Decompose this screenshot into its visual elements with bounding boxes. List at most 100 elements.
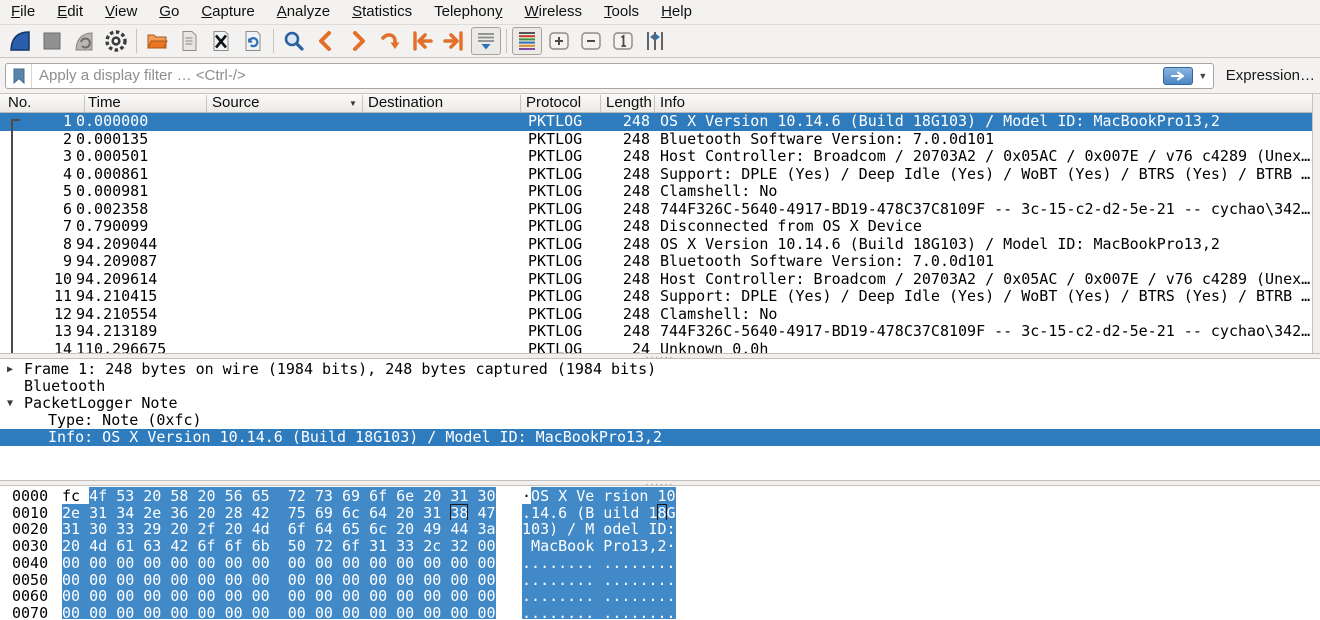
menu-view[interactable]: View [94,0,148,24]
hex-ascii[interactable]: ·OS X Ve rsion 10 [522,488,676,504]
go-last-button[interactable] [439,27,469,55]
cell-time: 94.210415 [76,288,206,306]
menu-capture[interactable]: Capture [190,0,265,24]
menu-file[interactable]: File [0,0,46,24]
column-header-destination[interactable]: Destination [368,94,443,112]
go-to-packet-button[interactable] [375,27,405,55]
hex-bytes[interactable]: 00 00 00 00 00 00 00 00 00 00 00 00 00 0… [62,605,496,619]
cell-time: 110.296675 [76,341,206,354]
colorize-button[interactable] [512,27,542,55]
hex-bytes[interactable]: 00 00 00 00 00 00 00 00 00 00 00 00 00 0… [62,555,496,571]
find-packet-icon [282,29,306,53]
column-header-no[interactable]: No. [8,94,31,112]
reload-file-button[interactable] [238,27,268,55]
packet-row-6[interactable]: 60.002358PKTLOG248744F326C-5640-4917-BD1… [0,201,1312,219]
display-filter-input[interactable] [32,65,1163,87]
hex-bytes[interactable]: 2e 31 34 2e 36 20 28 42 75 69 6c 64 20 3… [62,505,496,521]
go-forward-button[interactable] [343,27,373,55]
column-separator[interactable] [206,95,207,112]
collapsed-expander-icon[interactable]: ▶ [7,361,13,378]
column-header-protocol[interactable]: Protocol [526,94,581,112]
start-capture-button[interactable] [5,27,35,55]
hex-ascii[interactable]: ........ ........ [522,605,676,619]
menu-tools[interactable]: Tools [593,0,650,24]
go-to-packet-icon [378,29,402,53]
hex-ascii[interactable]: MacBook Pro13,2· [522,538,676,554]
column-header-length[interactable]: Length [606,94,652,112]
menu-telephony[interactable]: Telephony [423,0,513,24]
vertical-scrollbar[interactable] [1312,94,1320,353]
menu-statistics[interactable]: Statistics [341,0,423,24]
restart-capture-button[interactable] [69,27,99,55]
column-header-info[interactable]: Info [660,94,685,112]
auto-scroll-button[interactable] [471,27,501,55]
zoom-in-button[interactable] [544,27,574,55]
menu-analyze[interactable]: Analyze [266,0,341,24]
hex-ascii[interactable]: ........ ........ [522,572,676,588]
hex-bytes[interactable]: 00 00 00 00 00 00 00 00 00 00 00 00 00 0… [62,572,496,588]
packet-row-4[interactable]: 40.000861PKTLOG248Support: DPLE (Yes) / … [0,166,1312,184]
packet-row-8[interactable]: 894.209044PKTLOG248OS X Version 10.14.6 … [0,236,1312,254]
go-back-button[interactable] [311,27,341,55]
cell-length: 248 [600,218,650,236]
column-separator[interactable] [654,95,655,112]
column-separator[interactable] [362,95,363,112]
close-file-button[interactable] [206,27,236,55]
packet-row-9[interactable]: 994.209087PKTLOG248Bluetooth Software Ve… [0,253,1312,271]
find-packet-button[interactable] [279,27,309,55]
stop-capture-button[interactable] [37,27,67,55]
menu-wireless[interactable]: Wireless [514,0,594,24]
save-file-button[interactable] [174,27,204,55]
packet-row-13[interactable]: 1394.213189PKTLOG248744F326C-5640-4917-B… [0,323,1312,341]
menu-edit[interactable]: Edit [46,0,94,24]
capture-options-button[interactable] [101,27,131,55]
cell-info: Support: DPLE (Yes) / Deep Idle (Yes) / … [660,166,1312,184]
packet-row-12[interactable]: 1294.210554PKTLOG248Clamshell: No [0,306,1312,324]
cell-length: 248 [600,288,650,306]
detail-frame[interactable]: ▶Frame 1: 248 bytes on wire (1984 bits),… [0,361,1320,378]
filter-dropdown-button[interactable]: ▼ [1195,66,1211,86]
hex-ascii[interactable]: 103) / M odel ID: [522,521,676,537]
hex-row-0020: 002031 30 33 29 20 2f 20 4d 6f 64 65 6c … [0,521,1320,537]
detail-info[interactable]: Info: OS X Version 10.14.6 (Build 18G103… [0,429,1320,446]
cell-length: 248 [600,253,650,271]
zoom-normal-button[interactable] [608,27,638,55]
packet-row-5[interactable]: 50.000981PKTLOG248Clamshell: No [0,183,1312,201]
hex-ascii[interactable]: ........ ........ [522,555,676,571]
zoom-out-button[interactable] [576,27,606,55]
detail-bluetooth[interactable]: Bluetooth [0,378,1320,395]
column-header-source[interactable]: Source [212,94,260,112]
go-first-button[interactable] [407,27,437,55]
resize-columns-button[interactable] [640,27,670,55]
packet-row-10[interactable]: 1094.209614PKTLOG248Host Controller: Bro… [0,271,1312,289]
hex-bytes[interactable]: 20 4d 61 63 42 6f 6f 6b 50 72 6f 31 33 2… [62,538,496,554]
hex-ascii[interactable]: ........ ........ [522,588,676,604]
cell-time: 0.000861 [76,166,206,184]
expression-button[interactable]: Expression… [1226,67,1315,84]
apply-filter-button[interactable] [1163,67,1193,85]
packet-row-1[interactable]: 10.000000PKTLOG248OS X Version 10.14.6 (… [0,113,1312,131]
packet-row-2[interactable]: 20.000135PKTLOG248Bluetooth Software Ver… [0,131,1312,149]
packet-row-3[interactable]: 30.000501PKTLOG248Host Controller: Broad… [0,148,1312,166]
menu-help[interactable]: Help [650,0,703,24]
hex-row-0030: 003020 4d 61 63 42 6f 6f 6b 50 72 6f 31 … [0,538,1320,554]
hex-bytes[interactable]: 31 30 33 29 20 2f 20 4d 6f 64 65 6c 20 4… [62,521,496,537]
cell-info: Host Controller: Broadcom / 20703A2 / 0x… [660,148,1312,166]
column-separator[interactable] [520,95,521,112]
filter-bookmark-button[interactable] [6,64,32,88]
column-separator[interactable] [84,95,85,112]
hex-bytes[interactable]: fc 4f 53 20 58 20 56 65 72 73 69 6f 6e 2… [62,488,496,504]
column-separator[interactable] [600,95,601,112]
expanded-expander-icon[interactable]: ▼ [7,395,13,412]
cell-info: Bluetooth Software Version: 7.0.0d101 [660,253,1312,271]
packet-row-7[interactable]: 70.790099PKTLOG248Disconnected from OS X… [0,218,1312,236]
detail-packetlogger-note[interactable]: ▼PacketLogger Note [0,395,1320,412]
hex-bytes[interactable]: 00 00 00 00 00 00 00 00 00 00 00 00 00 0… [62,588,496,604]
packet-row-11[interactable]: 1194.210415PKTLOG248Support: DPLE (Yes) … [0,288,1312,306]
detail-type[interactable]: Type: Note (0xfc) [0,412,1320,429]
menu-go[interactable]: Go [148,0,190,24]
source-column-dropdown-icon[interactable]: ▼ [349,99,357,108]
column-header-time[interactable]: Time [88,94,121,112]
hex-ascii[interactable]: .14.6 (B uild 18G [522,505,676,521]
open-file-button[interactable] [142,27,172,55]
